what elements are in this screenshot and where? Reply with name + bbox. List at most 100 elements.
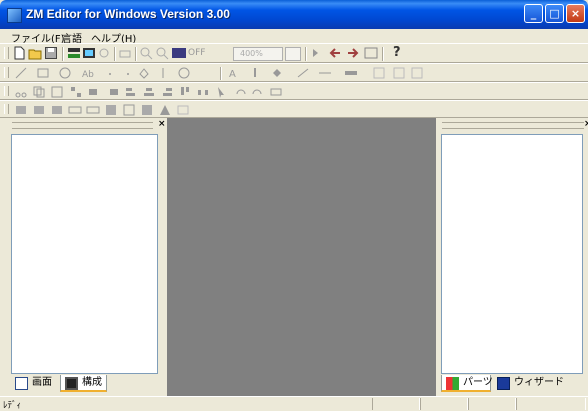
save-icon[interactable] <box>44 46 58 60</box>
line-style-icon[interactable] <box>296 66 310 80</box>
front-icon[interactable] <box>87 85 101 99</box>
tab-parts-label: パーツ <box>463 377 493 388</box>
print-icon[interactable] <box>118 46 132 60</box>
zoom-combo[interactable]: 400% <box>233 47 283 61</box>
align-center-icon[interactable] <box>142 85 156 99</box>
close-button[interactable]: × <box>566 4 585 23</box>
lamp-part-icon[interactable] <box>32 103 46 117</box>
structure-icon <box>65 377 78 390</box>
panel-grip[interactable] <box>12 122 153 129</box>
tab-structure-label: 構成 <box>82 377 102 388</box>
toolbar-grip[interactable] <box>4 104 9 114</box>
minimize-button[interactable]: _ <box>524 4 543 23</box>
help-icon[interactable]: ? <box>393 45 401 60</box>
misc-part-icon[interactable] <box>176 103 190 117</box>
screen-list-icon[interactable] <box>364 46 378 60</box>
tab-screen[interactable]: 画面 <box>11 375 58 392</box>
wizard-icon <box>497 377 510 390</box>
parts-icon <box>446 377 459 390</box>
display-part-icon[interactable] <box>86 103 100 117</box>
alarm-part-icon[interactable] <box>158 103 172 117</box>
align-left-icon[interactable] <box>124 85 138 99</box>
left-panel-tabs: 画面 構成 <box>11 375 158 395</box>
toolbar-parts <box>0 100 588 118</box>
redo-icon[interactable] <box>251 85 265 99</box>
table-part-icon[interactable] <box>140 103 154 117</box>
tab-screen-label: 画面 <box>32 377 52 388</box>
back-arrow-icon[interactable] <box>328 46 342 60</box>
menu-bar: ファイル(F) 言語 ヘルプ(H) <box>0 29 588 45</box>
title-bar[interactable]: ZM Editor for Windows Version 3.00 _ □ × <box>0 0 588 29</box>
numeric-part-icon[interactable] <box>50 103 64 117</box>
message-part-icon[interactable] <box>68 103 82 117</box>
left-panel-close-icon[interactable]: × <box>158 119 166 129</box>
cut-icon[interactable] <box>14 85 28 99</box>
jump-icon[interactable] <box>311 46 325 60</box>
polygon-tool-icon[interactable] <box>177 66 191 80</box>
pattern-icon[interactable] <box>344 66 358 80</box>
paint-bucket-icon[interactable] <box>270 66 284 80</box>
window-title: ZM Editor for Windows Version 3.00 <box>26 7 230 21</box>
tab-parts[interactable]: パーツ <box>441 375 493 392</box>
parts-panel: × パーツ ウィザード <box>436 118 588 396</box>
right-panel-close-icon[interactable]: × <box>584 119 588 129</box>
status-cell <box>420 398 468 410</box>
circle-tool-icon[interactable] <box>58 66 72 80</box>
state-off-icon[interactable] <box>372 66 386 80</box>
align-top-icon[interactable] <box>178 85 192 99</box>
compile-icon[interactable] <box>67 46 81 60</box>
fill-tool-icon[interactable] <box>137 66 151 80</box>
rectangle-tool-icon[interactable] <box>36 66 50 80</box>
right-panel-tabs: パーツ ウィザード <box>441 375 583 395</box>
copy-icon[interactable] <box>32 85 46 99</box>
align-right-icon[interactable] <box>160 85 174 99</box>
text-tool-icon[interactable]: Ab <box>80 66 94 80</box>
line-width-icon[interactable] <box>318 66 332 80</box>
distribute-icon[interactable] <box>196 85 210 99</box>
undo-icon[interactable] <box>233 85 247 99</box>
state-error-icon[interactable] <box>410 66 424 80</box>
open-folder-icon[interactable] <box>28 46 42 60</box>
dot2-tool-icon[interactable] <box>121 66 135 80</box>
svg-text:A: A <box>229 69 236 80</box>
app-icon[interactable] <box>7 8 22 23</box>
meter-part-icon[interactable] <box>122 103 136 117</box>
tab-wizard[interactable]: ウィザード <box>493 375 564 392</box>
zoom-in-icon[interactable] <box>155 46 169 60</box>
mirror-icon[interactable] <box>269 85 283 99</box>
zoom-dropdown-button[interactable] <box>285 47 301 61</box>
state-on-icon[interactable] <box>392 66 406 80</box>
pen-color-icon[interactable] <box>248 66 262 80</box>
toolbar-grip[interactable] <box>4 47 9 59</box>
panel-grip[interactable] <box>442 122 584 129</box>
paste-icon[interactable] <box>50 85 64 99</box>
parts-list-view[interactable] <box>441 134 583 374</box>
status-cell <box>372 398 420 410</box>
pointer-icon[interactable] <box>215 85 229 99</box>
graph-part-icon[interactable] <box>104 103 118 117</box>
back-icon[interactable] <box>106 85 120 99</box>
toolbar-edit <box>0 82 588 100</box>
status-cell <box>516 398 586 410</box>
zoom-out-icon[interactable] <box>139 46 153 60</box>
line-tool-icon[interactable] <box>14 66 28 80</box>
status-bar: ﾚﾃﾞｨ <box>0 396 588 411</box>
font-color-icon[interactable]: A <box>226 66 240 80</box>
editor-workspace[interactable] <box>167 118 436 396</box>
zoom-value: 400% <box>240 49 263 58</box>
bracket-tool-icon[interactable] <box>158 66 172 80</box>
forward-arrow-icon[interactable] <box>346 46 360 60</box>
dot-tool-icon[interactable] <box>103 66 117 80</box>
tab-structure[interactable]: 構成 <box>60 375 107 392</box>
settings-disabled-icon[interactable] <box>97 46 111 60</box>
screen-tree-view[interactable] <box>11 134 158 374</box>
new-file-icon[interactable] <box>12 46 26 60</box>
off-label: OFF <box>188 48 206 58</box>
switch-part-icon[interactable] <box>14 103 28 117</box>
transfer-icon[interactable] <box>82 46 96 60</box>
toolbar-grip[interactable] <box>4 67 9 78</box>
maximize-button[interactable]: □ <box>545 4 564 23</box>
toolbar-grip[interactable] <box>4 86 9 96</box>
off-toggle-icon[interactable] <box>172 46 186 60</box>
group-icon[interactable] <box>69 85 83 99</box>
